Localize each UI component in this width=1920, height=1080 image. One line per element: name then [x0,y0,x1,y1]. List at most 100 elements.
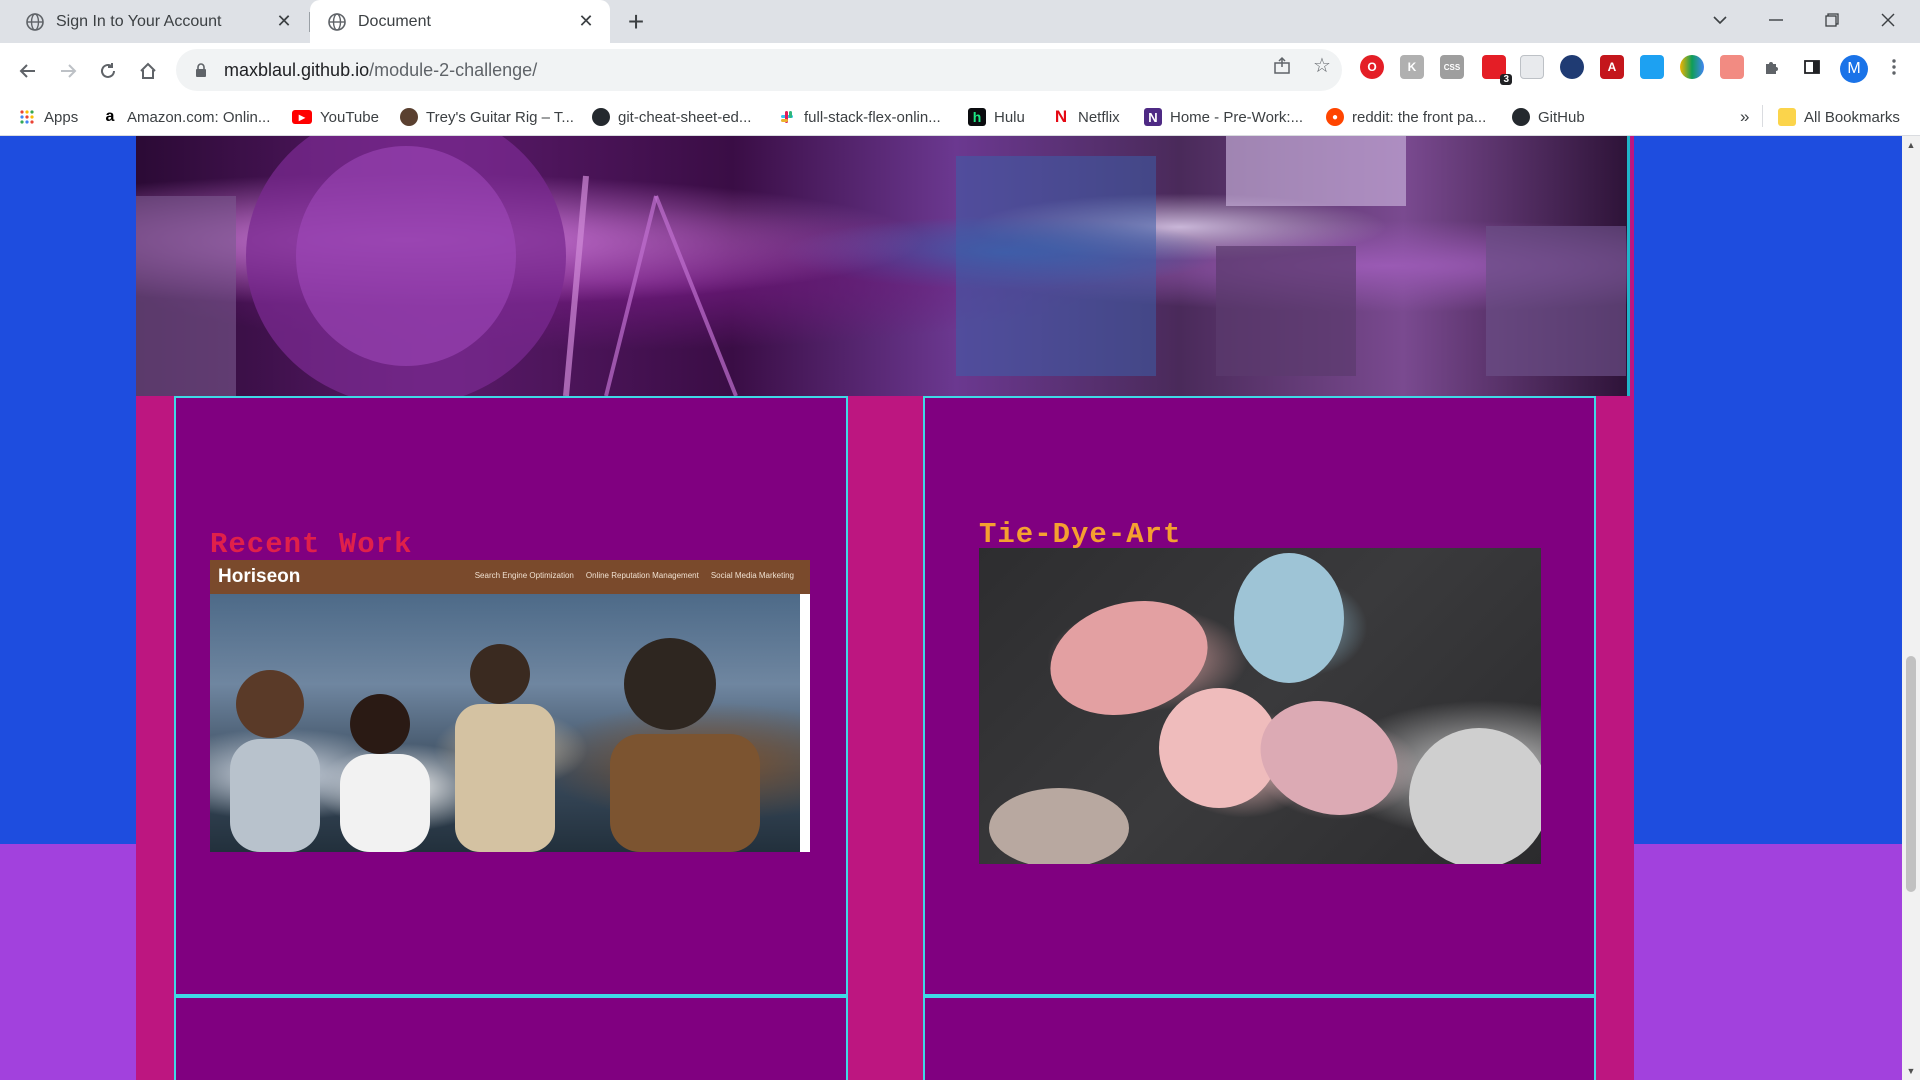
bookmark-label: reddit: the front pa... [1352,108,1487,126]
tie-dye-card: Tie-Dye-Art [923,396,1596,996]
page-container: Recent Work Horiseon Search Engine Optim… [136,136,1634,1080]
tab-document[interactable]: Document ✕ [310,0,610,43]
close-window-button[interactable] [1860,0,1916,40]
share-icon[interactable] [1270,53,1294,77]
apps-grid-icon [18,108,36,126]
bookmark-hulu[interactable]: h Hulu [968,105,1025,129]
amazon-icon: a [105,108,115,125]
horiseon-team-photo [210,594,800,852]
tie-dye-heading: Tie-Dye-Art [979,518,1182,551]
bookmark-label: Trey's Guitar Rig – T... [426,108,574,126]
tab-close-icon[interactable]: ✕ [272,10,296,34]
horiseon-header: Horiseon Search Engine Optimization Onli… [210,560,810,594]
folder-icon [1778,108,1796,126]
reload-button[interactable] [90,53,126,89]
all-bookmarks-button[interactable]: All Bookmarks [1778,105,1900,129]
bookmark-treys-guitar-rig[interactable]: Trey's Guitar Rig – T... [400,105,574,129]
horiseon-nav-link: Online Reputation Management [585,571,699,580]
tab-sign-in[interactable]: Sign In to Your Account ✕ [8,0,308,43]
tab-close-icon[interactable]: ✕ [574,10,598,34]
globe-icon [26,12,44,31]
tab-strip: Sign In to Your Account ✕ Document ✕ + [0,0,1920,43]
github-icon [592,108,610,126]
bookmark-netflix[interactable]: N Netflix [1052,105,1120,129]
bookmark-label: Home - Pre-Work:... [1170,108,1304,126]
bookmark-label: Hulu [994,108,1025,126]
bookmark-label: GitHub [1538,108,1585,126]
css-extension-icon[interactable]: CSS [1440,55,1464,79]
bookmark-reddit[interactable]: ● reddit: the front pa... [1326,105,1486,129]
extension-icon[interactable] [1720,55,1744,79]
new-tab-button[interactable]: + [620,6,652,38]
page-viewport: Recent Work Horiseon Search Engine Optim… [0,136,1902,1080]
restore-icon [1825,13,1839,27]
site-icon [400,108,418,126]
horiseon-screenshot[interactable]: Horiseon Search Engine Optimization Onli… [210,560,810,852]
bookmarks-divider [1762,105,1763,127]
scrollbar-thumb[interactable] [1906,656,1916,892]
horiseon-nav-link: Search Engine Optimization [474,571,574,580]
extension-icon[interactable]: K [1400,55,1424,79]
bookmark-amazon[interactable]: a Amazon.com: Onlin... [101,105,271,129]
horiseon-brand: Horiseon [218,566,301,587]
bookmark-label: All Bookmarks [1804,108,1900,126]
bookmark-git-cheat-sheet[interactable]: git-cheat-sheet-ed... [592,105,751,129]
horiseon-nav: Search Engine Optimization Online Reputa… [475,571,794,580]
tab-title: Document [358,12,431,30]
project-card [174,996,848,1080]
home-button[interactable] [130,53,166,89]
url-path: /module-2-challenge/ [369,59,538,80]
tab-search-button[interactable] [1692,0,1748,40]
globe-icon [328,12,346,31]
home-icon [140,62,156,79]
color-picker-extension-icon[interactable] [1680,55,1704,79]
hero-art [136,136,1626,396]
menu-kebab-icon[interactable] [1882,55,1906,79]
minimize-button[interactable] [1748,0,1804,40]
back-arrow-icon [19,64,35,78]
minimize-icon [1769,19,1783,21]
puzzle-extensions-icon[interactable] [1760,55,1784,79]
globe-extension-icon[interactable] [1560,55,1584,79]
hero-image [136,136,1630,396]
address-bar[interactable]: maxblaul.github.io/module-2-challenge/ [176,49,1342,91]
bookmark-label: Apps [44,108,79,126]
opera-extension-icon[interactable]: O [1360,55,1384,79]
bookmark-star-icon[interactable]: ☆ [1310,53,1334,77]
bookmark-full-stack-flex[interactable]: full-stack-flex-onlin... [778,105,941,129]
notion-icon: N [1144,108,1162,126]
pdf-extension-icon[interactable]: A [1600,55,1624,79]
bookmarks-overflow-button[interactable]: » [1740,105,1749,129]
bookmark-pre-work[interactable]: N Home - Pre-Work:... [1144,105,1303,129]
netflix-icon: N [1054,107,1068,126]
bookmark-label: full-stack-flex-onlin... [804,108,941,126]
forward-arrow-icon [61,64,77,78]
reload-icon [101,63,115,78]
bookmark-github[interactable]: GitHub [1512,105,1585,129]
side-panel-icon[interactable] [1800,55,1824,79]
bookmark-apps[interactable]: Apps [18,105,78,129]
url-host: maxblaul.github.io [224,59,370,80]
bookmark-label: git-cheat-sheet-ed... [618,108,752,126]
lock-icon[interactable] [192,63,210,77]
scroll-down-icon[interactable]: ▼ [1906,1066,1916,1076]
back-button[interactable] [10,53,46,89]
tie-dye-hands-photo[interactable] [979,548,1541,864]
reddit-icon: ● [1326,108,1344,126]
youtube-icon: ▶ [292,110,312,124]
restore-button[interactable] [1804,0,1860,40]
horiseon-nav-link: Social Media Marketing [710,571,794,580]
close-icon [1881,13,1895,27]
camera-extension-icon[interactable] [1640,55,1664,79]
forward-button[interactable] [50,53,86,89]
page-scrollbar[interactable]: ▲ ▼ [1902,136,1920,1080]
bookmark-youtube[interactable]: ▶ YouTube [292,105,379,129]
chevron-down-icon [1713,16,1727,25]
tab-title: Sign In to Your Account [56,12,222,30]
browser-toolbar: maxblaul.github.io/module-2-challenge/ ☆… [0,43,1920,98]
scroll-up-icon[interactable]: ▲ [1906,140,1916,150]
extension-icon[interactable] [1520,55,1544,79]
profile-avatar[interactable]: M [1840,55,1868,83]
shield-extension-icon[interactable]: 3 [1482,55,1512,85]
project-card [923,996,1596,1080]
